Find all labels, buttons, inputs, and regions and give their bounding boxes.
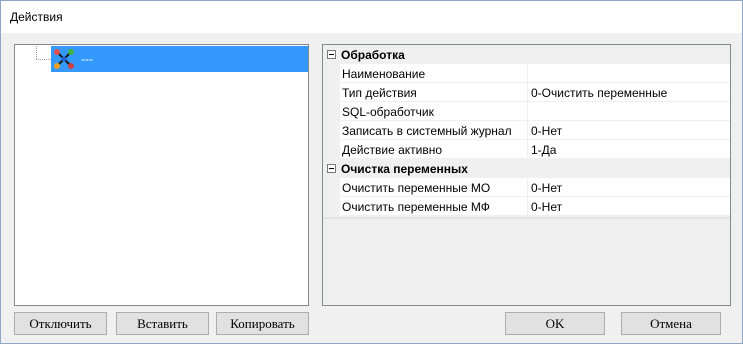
- row-gutter: [323, 121, 340, 140]
- property-row[interactable]: Записать в системный журнал 0-Нет: [323, 121, 730, 140]
- property-row[interactable]: Действие активно 1-Да: [323, 140, 730, 159]
- disable-button[interactable]: Отключить: [14, 312, 107, 335]
- grid-divider: [323, 217, 730, 219]
- category-clear-variables[interactable]: Очистка переменных: [323, 159, 730, 178]
- tree-item-label: ---: [81, 52, 93, 66]
- property-name: Тип действия: [340, 83, 528, 102]
- dialog-body: --- Обработка Наименование Тип действия: [1, 33, 742, 343]
- action-node-icon: [53, 48, 75, 70]
- row-gutter: [323, 102, 340, 121]
- category-label: Очистка переменных: [341, 162, 468, 176]
- tree-connector-line: [36, 59, 51, 60]
- property-grid-body: Обработка Наименование Тип действия 0-Оч…: [323, 45, 730, 305]
- category-processing[interactable]: Обработка: [323, 45, 730, 64]
- ok-button[interactable]: OK: [505, 312, 605, 335]
- collapse-icon[interactable]: [327, 50, 336, 59]
- property-name: SQL-обработчик: [340, 102, 528, 121]
- property-name: Очистить переменные МФ: [340, 197, 528, 216]
- property-value[interactable]: 0-Очистить переменные: [528, 83, 730, 102]
- row-gutter: [323, 140, 340, 159]
- copy-button[interactable]: Копировать: [216, 312, 309, 335]
- property-grid[interactable]: Обработка Наименование Тип действия 0-Оч…: [322, 44, 731, 306]
- row-gutter: [323, 197, 340, 216]
- category-label: Обработка: [341, 48, 405, 62]
- property-row[interactable]: Тип действия 0-Очистить переменные: [323, 83, 730, 102]
- row-gutter: [323, 64, 340, 83]
- cancel-button[interactable]: Отмена: [621, 312, 721, 335]
- property-row[interactable]: Наименование: [323, 64, 730, 83]
- property-value[interactable]: 0-Нет: [528, 197, 730, 216]
- collapse-icon[interactable]: [327, 164, 336, 173]
- property-value[interactable]: 0-Нет: [528, 121, 730, 140]
- property-row[interactable]: Очистить переменные МО 0-Нет: [323, 178, 730, 197]
- property-value[interactable]: [528, 64, 730, 83]
- property-name: Записать в системный журнал: [340, 121, 528, 140]
- actions-tree[interactable]: ---: [14, 44, 309, 306]
- tree-item-selected[interactable]: ---: [51, 46, 308, 72]
- property-row[interactable]: SQL-обработчик: [323, 102, 730, 121]
- property-name: Очистить переменные МО: [340, 178, 528, 197]
- title-bar[interactable]: Действия: [1, 1, 742, 33]
- window-title: Действия: [10, 10, 63, 24]
- row-gutter: [323, 83, 340, 102]
- property-name: Действие активно: [340, 140, 528, 159]
- tree-connector-line: [36, 46, 37, 59]
- property-row[interactable]: Очистить переменные МФ 0-Нет: [323, 197, 730, 216]
- property-value[interactable]: 1-Да: [528, 140, 730, 159]
- paste-button[interactable]: Вставить: [116, 312, 209, 335]
- property-name: Наименование: [340, 64, 528, 83]
- property-value[interactable]: [528, 102, 730, 121]
- row-gutter: [323, 178, 340, 197]
- actions-dialog: Действия --- Обработка Наименование Тип …: [0, 0, 743, 344]
- property-value[interactable]: 0-Нет: [528, 178, 730, 197]
